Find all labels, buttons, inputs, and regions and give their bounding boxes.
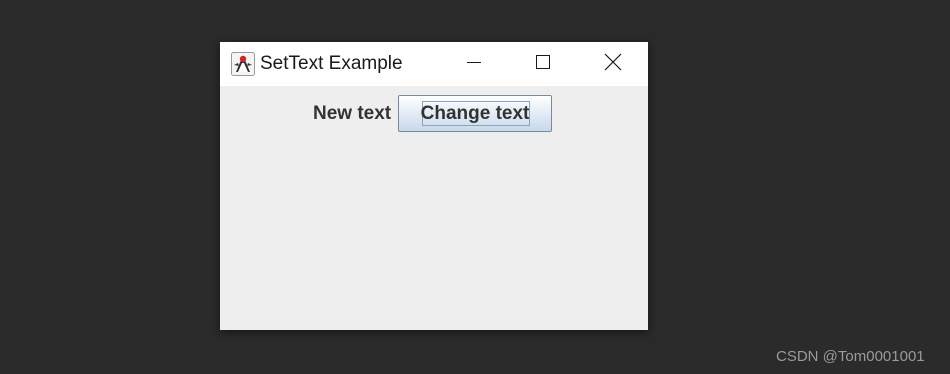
maximize-button[interactable] [520, 42, 566, 86]
text-label: New text [313, 103, 392, 124]
content-panel: New text Change text [220, 86, 648, 330]
title-bar[interactable]: SetText Example [220, 42, 648, 86]
change-text-button[interactable]: Change text [398, 95, 552, 132]
app-window: SetText Example New text Change text [220, 42, 648, 330]
close-button[interactable] [590, 42, 636, 86]
watermark: CSDN @Tom0001001 [776, 348, 925, 365]
maximize-icon [535, 54, 551, 75]
minimize-icon [466, 54, 482, 75]
window-title: SetText Example [260, 53, 403, 74]
minimize-button[interactable] [451, 42, 497, 86]
java-duke-icon [231, 52, 255, 76]
close-icon [604, 53, 622, 76]
change-text-button-label: Change text [420, 102, 530, 124]
